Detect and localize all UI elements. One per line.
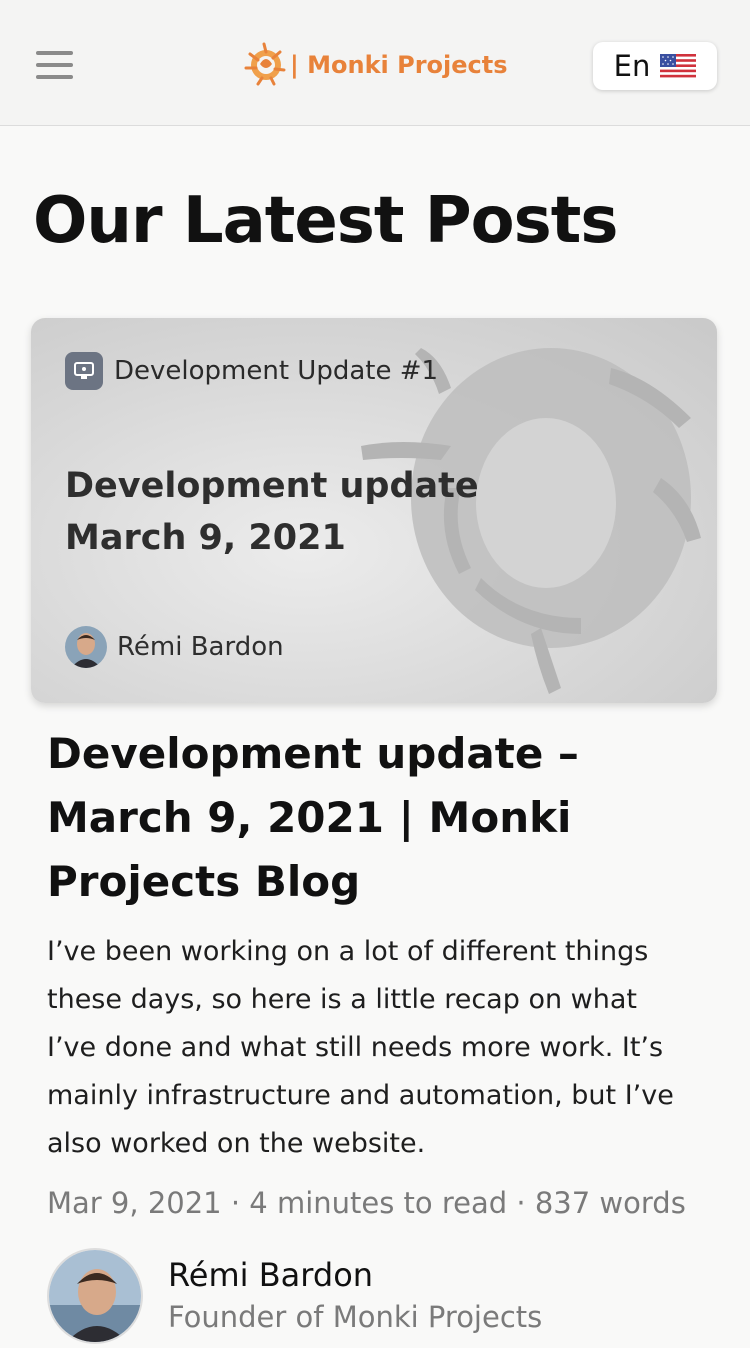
cover-heading: Development update March 9, 2021: [65, 460, 485, 564]
us-flag-icon: [660, 54, 697, 78]
post-title-line: Development update –: [47, 729, 579, 778]
post-cover-image[interactable]: Development Update #1 Development update…: [31, 318, 717, 703]
monkey-logo-icon: [244, 42, 286, 86]
post-meta: Mar 9, 2021 · 4 minutes to read · 837 wo…: [47, 1186, 686, 1220]
post-excerpt: I’ve been working on a lot of different …: [47, 928, 707, 1168]
avatar: [47, 1248, 143, 1344]
series-tag: Development Update #1: [65, 352, 438, 390]
excerpt-line: also worked on the website.: [47, 1128, 426, 1159]
author-role: Founder of Monki Projects: [168, 1300, 543, 1334]
author-name: Rémi Bardon: [168, 1256, 374, 1294]
author-card[interactable]: Rémi Bardon Founder of Monki Projects: [47, 1248, 727, 1348]
excerpt-line: I’ve done and what still needs more work…: [47, 1032, 664, 1063]
cover-author: Rémi Bardon: [65, 626, 284, 668]
hamburger-menu-icon[interactable]: [36, 48, 74, 84]
cover-author-name: Rémi Bardon: [117, 632, 284, 662]
post-title-line: March 9, 2021 | Monki: [47, 793, 572, 842]
brand-logo-link[interactable]: | Monki Projects: [240, 40, 508, 90]
post-title-link[interactable]: Development update – March 9, 2021 | Mon…: [47, 722, 687, 914]
cover-heading-line: March 9, 2021: [65, 518, 346, 558]
cover-heading-line: Development update: [65, 466, 479, 506]
top-navigation-bar: | Monki Projects En: [0, 0, 750, 126]
language-selector-button[interactable]: En: [593, 42, 717, 90]
series-label: Development Update #1: [114, 356, 439, 386]
excerpt-line: I’ve been working on a lot of different …: [47, 936, 649, 967]
language-label: En: [613, 49, 651, 83]
avatar: [65, 626, 107, 668]
excerpt-line: these days, so here is a little recap on…: [47, 984, 637, 1015]
monitor-icon: [65, 352, 103, 390]
brand-name: | Monki Projects: [290, 51, 508, 79]
excerpt-line: mainly infrastructure and automation, bu…: [47, 1080, 674, 1111]
page-title: Our Latest Posts: [33, 184, 618, 258]
post-title-line: Projects Blog: [47, 857, 361, 906]
